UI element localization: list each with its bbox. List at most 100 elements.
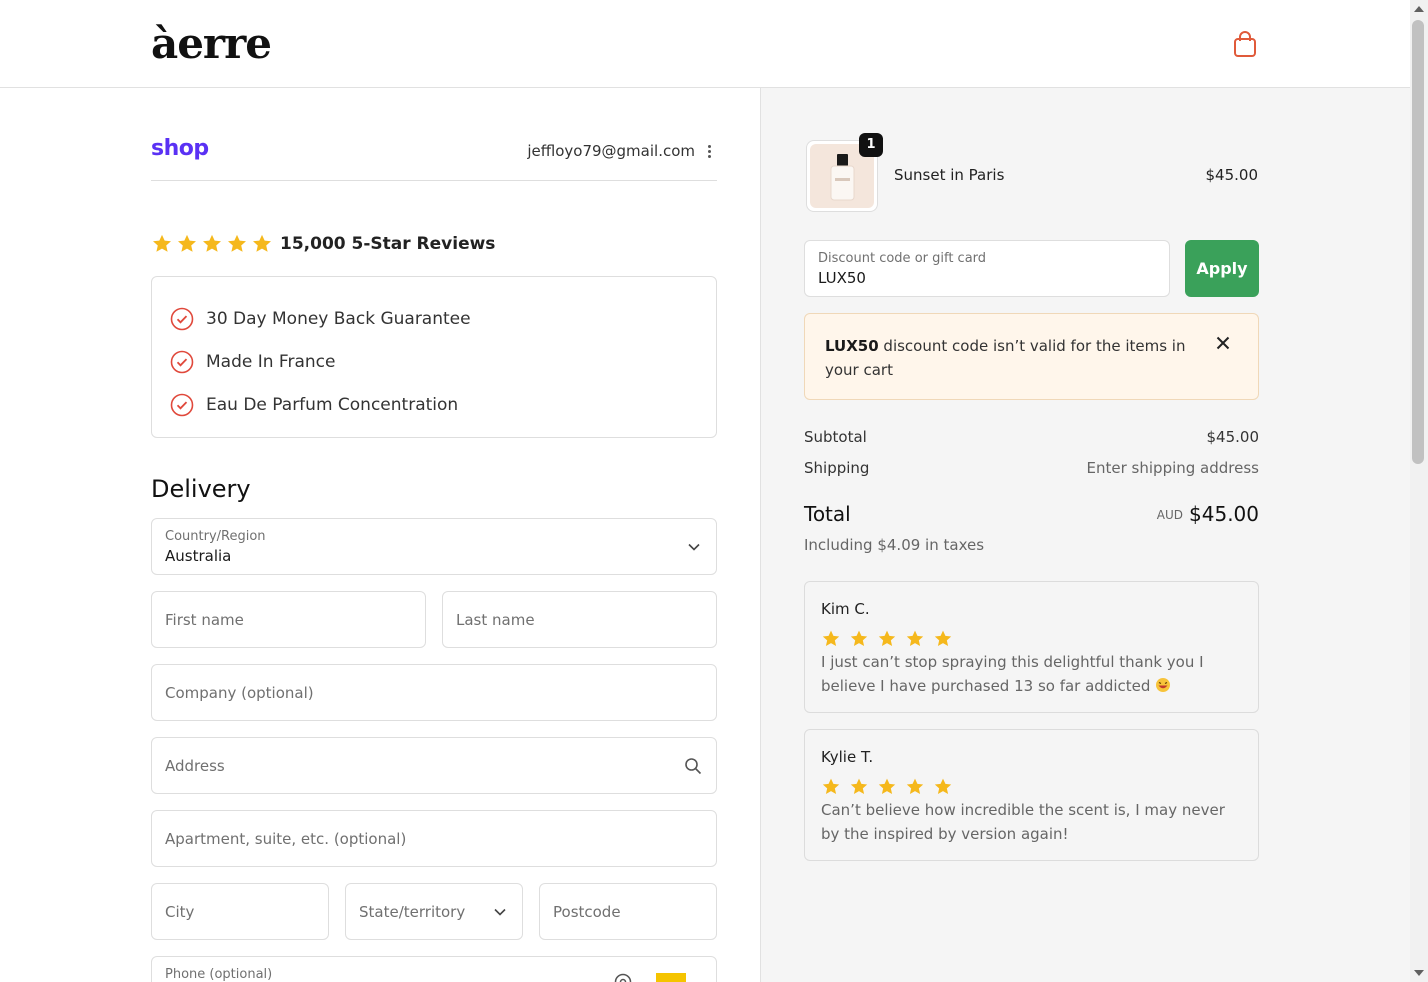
star-icon: [934, 778, 952, 794]
shipping-label: Shipping: [804, 459, 870, 477]
total-row: Total AUD $45.00: [804, 502, 1259, 526]
star-icon: [178, 234, 196, 252]
brand-logo[interactable]: àerre: [151, 18, 272, 70]
discount-label: Discount code or gift card: [818, 251, 987, 266]
star-icon: [822, 778, 840, 794]
star-icon: [906, 778, 924, 794]
star-icon: [153, 234, 171, 252]
country-select[interactable]: Country/Region Australia: [151, 518, 717, 575]
product-name: Sunset in Paris: [894, 166, 1005, 184]
quantity-badge: 1: [859, 133, 883, 157]
star-icon: [253, 234, 271, 252]
reviewer-name: Kylie T.: [821, 748, 874, 766]
check-circle-icon: [170, 307, 194, 331]
flag-icon[interactable]: [656, 973, 686, 982]
page-scrollbar[interactable]: [1410, 0, 1428, 982]
order-summary-column: 1 Sunset in Paris $45.00 Discount code o…: [760, 88, 1410, 982]
last-name-placeholder: Last name: [456, 610, 535, 629]
review-text: Can’t believe how incredible the scent i…: [821, 801, 1225, 843]
chevron-down-icon: [494, 908, 506, 916]
check-circle-icon: [170, 393, 194, 417]
review-stars: [821, 629, 961, 649]
guarantee-text: Eau De Parfum Concentration: [206, 395, 459, 415]
address-placeholder: Address: [165, 756, 225, 775]
phone-label: Phone (optional): [165, 967, 273, 982]
tax-note: Including $4.09 in taxes: [804, 536, 985, 554]
discount-value: LUX50: [818, 269, 866, 287]
laughing-emoji-icon: [1156, 678, 1171, 692]
reviews-count-text: 15,000 5-Star Reviews: [280, 234, 496, 254]
last-name-field[interactable]: Last name: [442, 591, 717, 648]
review-body: I just can’t stop spraying this delightf…: [821, 653, 1204, 695]
star-icon: [906, 630, 924, 646]
city-field[interactable]: City: [151, 883, 329, 940]
first-name-placeholder: First name: [165, 610, 244, 629]
guarantee-item: Eau De Parfum Concentration: [152, 393, 716, 438]
rating-summary: 15,000 5-Star Reviews: [151, 232, 495, 256]
state-placeholder: State/territory: [359, 902, 466, 921]
star-icon: [850, 630, 868, 646]
review-card: Kim C. I just can’t stop spraying this d…: [804, 581, 1259, 713]
star-icon: [822, 630, 840, 646]
star-icon: [203, 234, 221, 252]
scroll-up-arrow-icon[interactable]: [1414, 6, 1424, 12]
total-label: Total: [804, 502, 851, 526]
close-icon[interactable]: [1216, 336, 1230, 350]
checkout-form-column: shop jeffloyo79@gmail.com 15,000 5-Star …: [0, 88, 760, 982]
chevron-down-icon: [688, 543, 700, 551]
check-circle-icon: [170, 350, 194, 374]
apartment-field[interactable]: Apartment, suite, etc. (optional): [151, 810, 717, 867]
guarantee-item: 30 Day Money Back Guarantee: [152, 307, 716, 352]
company-field[interactable]: Company (optional): [151, 664, 717, 721]
apartment-placeholder: Apartment, suite, etc. (optional): [165, 829, 407, 848]
subtotal-value: $45.00: [1206, 428, 1260, 446]
discount-error-banner: LUX50 discount code isn’t valid for the …: [804, 313, 1259, 400]
product-price: $45.00: [1205, 166, 1259, 184]
account-email: jeffloyo79@gmail.com: [527, 142, 695, 160]
subtotal-label: Subtotal: [804, 428, 867, 446]
phone-field[interactable]: Phone (optional): [151, 956, 717, 982]
shipping-row: Shipping Enter shipping address: [804, 459, 1259, 477]
review-card: Kylie T. Can’t believe how incredible th…: [804, 729, 1259, 861]
help-circle-icon[interactable]: [614, 973, 632, 982]
apply-discount-button[interactable]: Apply: [1185, 240, 1259, 297]
city-placeholder: City: [165, 902, 195, 921]
star-icon: [934, 630, 952, 646]
shop-pay-logo: shop: [151, 136, 209, 161]
guarantee-text: Made In France: [206, 352, 336, 372]
search-icon[interactable]: [684, 757, 702, 775]
review-stars: [821, 777, 961, 797]
first-name-field[interactable]: First name: [151, 591, 426, 648]
shipping-value: Enter shipping address: [1086, 459, 1259, 477]
guarantee-text: 30 Day Money Back Guarantee: [206, 309, 471, 329]
scroll-down-arrow-icon[interactable]: [1414, 970, 1424, 976]
address-field[interactable]: Address: [151, 737, 717, 794]
country-value: Australia: [165, 547, 232, 565]
postcode-placeholder: Postcode: [553, 902, 621, 921]
subtotal-row: Subtotal $45.00: [804, 428, 1259, 446]
review-text: I just can’t stop spraying this delightf…: [821, 650, 1241, 698]
star-icon: [878, 630, 896, 646]
discount-code-field[interactable]: Discount code or gift card LUX50: [804, 240, 1170, 297]
error-message: discount code isn’t valid for the items …: [825, 337, 1186, 379]
more-options-icon[interactable]: [703, 143, 715, 161]
guarantee-item: Made In France: [152, 350, 716, 395]
reviewer-name: Kim C.: [821, 600, 870, 618]
star-icon: [228, 234, 246, 252]
star-icon: [878, 778, 896, 794]
company-placeholder: Company (optional): [165, 683, 314, 702]
total-amount: AUD $45.00: [1157, 502, 1259, 526]
total-value: $45.00: [1189, 502, 1259, 526]
scrollbar-thumb[interactable]: [1412, 20, 1424, 464]
site-header: àerre: [0, 0, 1410, 88]
postcode-field[interactable]: Postcode: [539, 883, 717, 940]
guarantees-box: 30 Day Money Back Guarantee Made In Fran…: [151, 276, 717, 438]
shopping-bag-icon[interactable]: [1232, 30, 1258, 58]
shop-pay-account-row: shop jeffloyo79@gmail.com: [151, 136, 717, 181]
state-select[interactable]: State/territory: [345, 883, 523, 940]
total-currency: AUD: [1156, 508, 1184, 522]
delivery-heading: Delivery: [151, 475, 251, 503]
country-label: Country/Region: [165, 529, 266, 544]
error-code: LUX50: [825, 337, 879, 355]
star-icon: [850, 778, 868, 794]
